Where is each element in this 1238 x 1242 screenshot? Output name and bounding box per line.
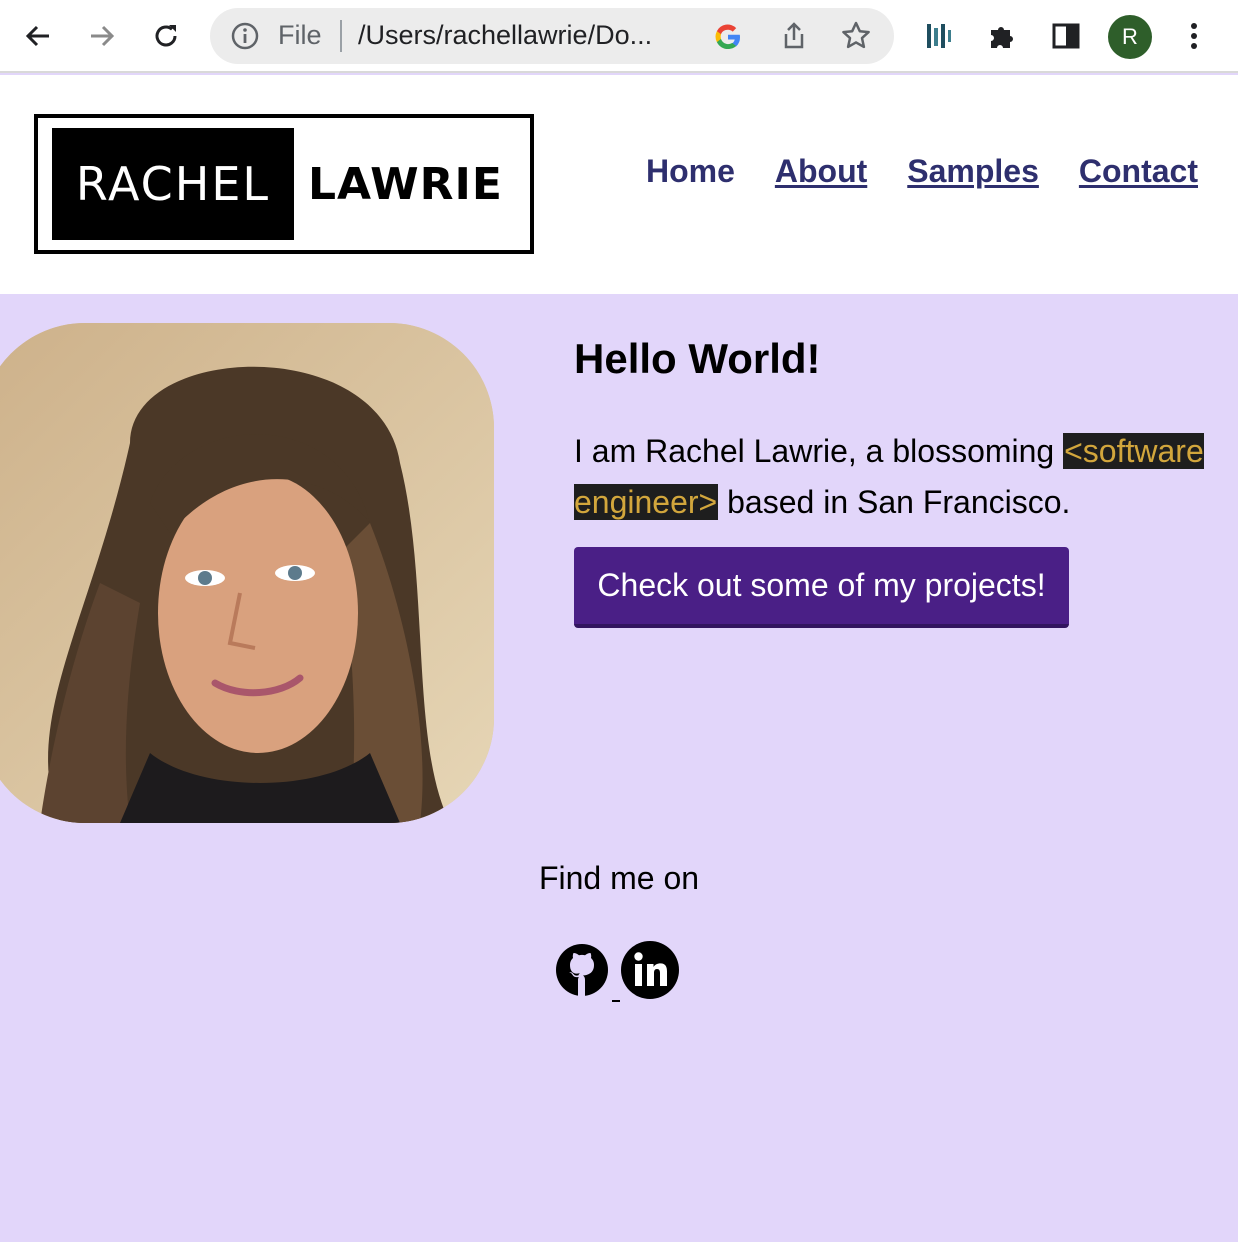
intro-text-after: based in San Francisco. (718, 484, 1071, 520)
logo-first-name: RACHEL (52, 128, 294, 240)
google-icon[interactable] (712, 21, 744, 53)
back-arrow-icon (25, 25, 49, 47)
link-underline (612, 1000, 620, 1002)
github-icon[interactable] (553, 940, 611, 1000)
nav-home-link[interactable]: Home (646, 153, 735, 190)
hero-intro: I am Rachel Lawrie, a blossoming <softwa… (574, 426, 1214, 528)
extensions-puzzle-icon (991, 27, 1013, 48)
profile-avatar[interactable]: R (1108, 15, 1152, 59)
linkedin-icon[interactable] (620, 940, 680, 1000)
nav-samples-link[interactable]: Samples (907, 153, 1039, 190)
side-panel-icon (1052, 23, 1080, 49)
reload-icon (155, 25, 177, 47)
logo-last-name: LAWRIE (308, 158, 503, 210)
reload-button[interactable] (142, 12, 190, 60)
scheme-label: File (278, 20, 322, 50)
forward-arrow-icon (91, 25, 115, 47)
dashlane-icon (927, 24, 951, 48)
star-icon[interactable] (840, 20, 872, 52)
dashlane-extension-button[interactable] (914, 12, 962, 60)
forward-button[interactable] (78, 12, 126, 60)
intro-text-before: I am Rachel Lawrie, a blossoming (574, 433, 1064, 469)
extensions-button[interactable] (978, 12, 1026, 60)
url-text[interactable]: /Users/rachellawrie/Do... (358, 20, 698, 51)
side-panel-button[interactable] (1042, 12, 1090, 60)
browser-menu-button[interactable] (1170, 12, 1218, 60)
site-header: RACHEL LAWRIE Home About Samples Contact (0, 75, 1238, 294)
find-me-heading: Find me on (538, 860, 700, 896)
back-button[interactable] (14, 12, 62, 60)
nav-contact-link[interactable]: Contact (1079, 153, 1198, 190)
site-logo[interactable]: RACHEL LAWRIE (34, 114, 534, 254)
address-bar[interactable]: File /Users/rachellawrie/Do... (210, 8, 894, 64)
info-icon[interactable] (230, 21, 260, 51)
main-nav: Home About Samples Contact (646, 153, 1198, 190)
nav-about-link[interactable]: About (775, 153, 867, 190)
profile-photo (0, 323, 494, 823)
social-links (553, 940, 683, 1006)
browser-toolbar: File /Users/rachellawrie/Do... R (0, 0, 1238, 73)
share-icon[interactable] (778, 20, 810, 52)
address-separator (340, 20, 342, 52)
projects-button[interactable]: Check out some of my projects! (574, 547, 1069, 628)
hero-title: Hello World! (574, 335, 821, 382)
kebab-menu-icon (1191, 23, 1197, 49)
